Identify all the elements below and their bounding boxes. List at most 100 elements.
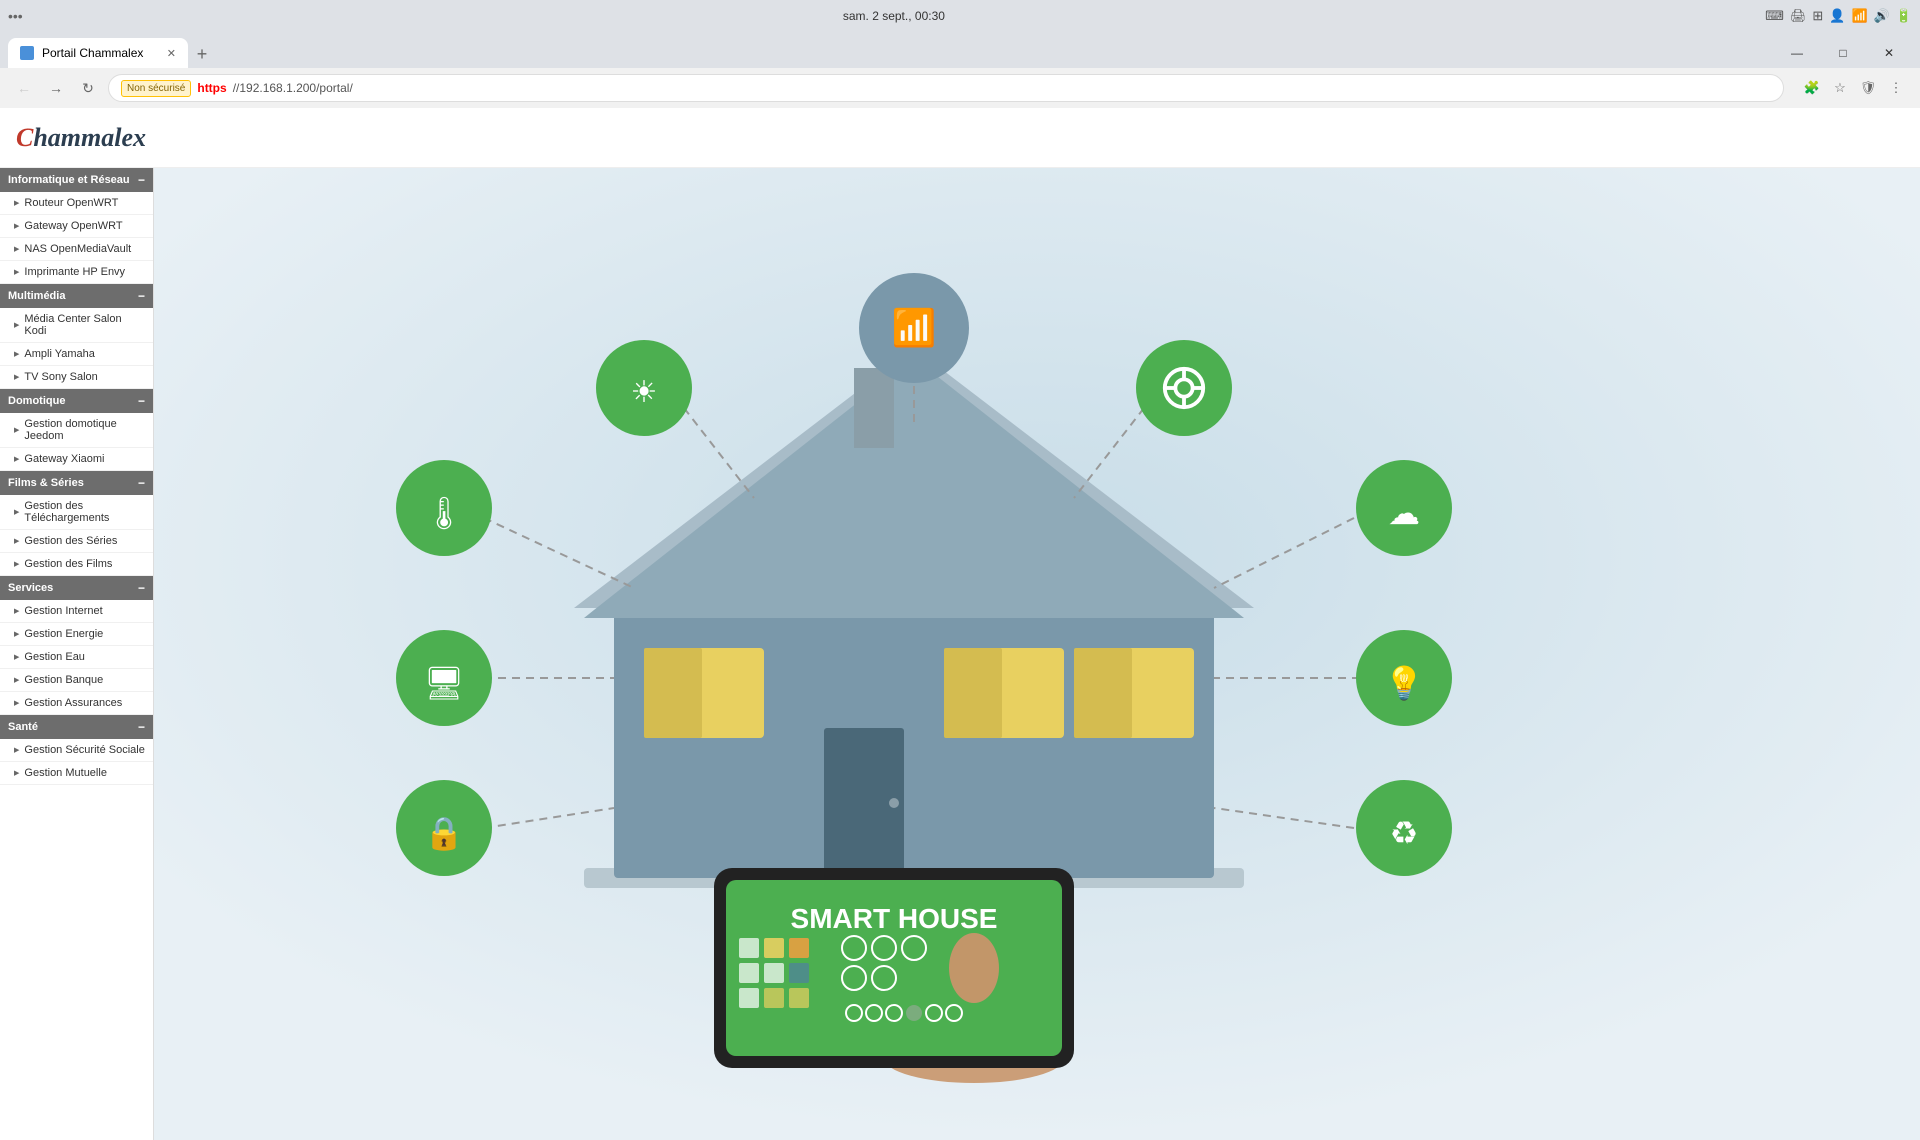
maximize-button[interactable]: □: [1820, 38, 1866, 68]
tab-close-button[interactable]: ✕: [167, 47, 176, 60]
tab-favicon: [20, 46, 34, 60]
forward-button[interactable]: →: [44, 76, 68, 100]
system-tray: ⌨ 🖨 ⊞ 👤 📶 🔊 🔋: [1765, 8, 1912, 24]
svg-text:SMART HOUSE: SMART HOUSE: [791, 903, 998, 934]
sidebar-item-label: Gestion Sécurité Sociale: [24, 744, 144, 756]
collapse-services[interactable]: −: [138, 581, 145, 595]
sidebar-item-label: Gestion Assurances: [24, 697, 122, 709]
section-label-films: Films & Séries: [8, 477, 84, 489]
sidebar-item-assurances[interactable]: Gestion Assurances: [0, 692, 153, 715]
sidebar-item-nas[interactable]: NAS OpenMediaVault: [0, 238, 153, 261]
sidebar-item-banque[interactable]: Gestion Banque: [0, 669, 153, 692]
section-header-services[interactable]: Services −: [0, 576, 153, 600]
new-tab-button[interactable]: +: [188, 40, 216, 68]
sidebar-item-eau[interactable]: Gestion Eau: [0, 646, 153, 669]
sidebar-item-ampli[interactable]: Ampli Yamaha: [0, 343, 153, 366]
logo: Chammalex: [16, 123, 146, 153]
tab-title: Portail Chammalex: [42, 46, 143, 60]
insecure-badge: Non sécurisé: [121, 80, 191, 97]
menu-dots[interactable]: •••: [8, 8, 23, 24]
page-wrapper: Informatique et Réseau − Routeur OpenWRT…: [0, 168, 1920, 1140]
sidebar-item-tv[interactable]: TV Sony Salon: [0, 366, 153, 389]
window-controls: — □ ✕: [1774, 38, 1912, 68]
sidebar-item-label: Média Center Salon Kodi: [24, 313, 145, 337]
section-header-films[interactable]: Films & Séries −: [0, 471, 153, 495]
collapse-sante[interactable]: −: [138, 720, 145, 734]
sidebar-item-label: Gestion des Films: [24, 558, 112, 570]
logo-c: C: [16, 123, 33, 152]
bookmark-button[interactable]: ☆: [1828, 76, 1852, 100]
window-dots: •••: [8, 8, 23, 24]
extension-button[interactable]: 🧩: [1800, 76, 1824, 100]
sidebar-item-label: Gestion Eau: [24, 651, 85, 663]
title-bar-center: sam. 2 sept., 00:30: [31, 9, 1757, 23]
sidebar-item-films[interactable]: Gestion des Films: [0, 553, 153, 576]
url-protocol: https: [197, 81, 226, 95]
user-icon: 👤: [1829, 8, 1845, 24]
sidebar-item-label: Gestion Mutuelle: [24, 767, 107, 779]
section-header-informatique[interactable]: Informatique et Réseau −: [0, 168, 153, 192]
sidebar-item-label: Gestion domotique Jeedom: [24, 418, 145, 442]
shield-button[interactable]: 🛡: [1856, 76, 1880, 100]
sidebar: Informatique et Réseau − Routeur OpenWRT…: [0, 168, 154, 1140]
sidebar-item-imprimante[interactable]: Imprimante HP Envy: [0, 261, 153, 284]
print-icon: 🖨: [1790, 8, 1807, 24]
browser-chrome: ••• sam. 2 sept., 00:30 ⌨ 🖨 ⊞ 👤 📶 🔊 🔋 Po…: [0, 0, 1920, 108]
sidebar-item-series[interactable]: Gestion des Séries: [0, 530, 153, 553]
site-header: Chammalex: [0, 108, 1920, 168]
sidebar-item-label: Gestion Internet: [24, 605, 102, 617]
reload-button[interactable]: ↻: [76, 76, 100, 100]
sidebar-item-label: Imprimante HP Envy: [24, 266, 125, 278]
sidebar-item-kodi[interactable]: Média Center Salon Kodi: [0, 308, 153, 343]
title-bar: ••• sam. 2 sept., 00:30 ⌨ 🖨 ⊞ 👤 📶 🔊 🔋: [0, 0, 1920, 32]
sidebar-item-xiaomi[interactable]: Gateway Xiaomi: [0, 448, 153, 471]
section-label-domotique: Domotique: [8, 395, 65, 407]
section-header-multimedia[interactable]: Multimédia −: [0, 284, 153, 308]
svg-text:🖥: 🖥: [424, 665, 465, 701]
close-button[interactable]: ✕: [1866, 38, 1912, 68]
volume-icon: 🔊: [1874, 8, 1890, 24]
sidebar-item-mutuelle[interactable]: Gestion Mutuelle: [0, 762, 153, 785]
sidebar-item-label: Gestion des Séries: [24, 535, 117, 547]
datetime-display: sam. 2 sept., 00:30: [843, 9, 945, 23]
keyboard-icon: ⌨: [1765, 8, 1784, 24]
sidebar-item-gateway-openwrt[interactable]: Gateway OpenWRT: [0, 215, 153, 238]
minimize-button[interactable]: —: [1774, 38, 1820, 68]
sidebar-item-label: Gestion Energie: [24, 628, 103, 640]
url-display: //192.168.1.200/portal/: [233, 81, 353, 95]
address-bar: ← → ↻ Non sécurisé https //192.168.1.200…: [0, 68, 1920, 108]
section-header-domotique[interactable]: Domotique −: [0, 389, 153, 413]
sidebar-item-label: Gateway OpenWRT: [24, 220, 122, 232]
sidebar-item-energie[interactable]: Gestion Energie: [0, 623, 153, 646]
sidebar-item-securite-sociale[interactable]: Gestion Sécurité Sociale: [0, 739, 153, 762]
collapse-films[interactable]: −: [138, 476, 145, 490]
sidebar-item-label: Gestion des Téléchargements: [24, 500, 145, 524]
back-button[interactable]: ←: [12, 76, 36, 100]
svg-text:☁: ☁: [1388, 495, 1420, 531]
tab-bar: Portail Chammalex ✕ + — □ ✕: [0, 32, 1920, 68]
svg-text:☀: ☀: [631, 376, 658, 409]
collapse-domotique[interactable]: −: [138, 394, 145, 408]
sidebar-item-telechargements[interactable]: Gestion des Téléchargements: [0, 495, 153, 530]
section-label-multimedia: Multimédia: [8, 290, 65, 302]
svg-text:🔒: 🔒: [424, 815, 464, 851]
sidebar-item-label: Routeur OpenWRT: [24, 197, 118, 209]
battery-icon: 🔋: [1896, 8, 1912, 24]
active-tab[interactable]: Portail Chammalex ✕: [8, 38, 188, 68]
collapse-informatique[interactable]: −: [138, 173, 145, 187]
sidebar-item-label: Gestion Banque: [24, 674, 103, 686]
sidebar-item-jeedom[interactable]: Gestion domotique Jeedom: [0, 413, 153, 448]
section-label-informatique: Informatique et Réseau: [8, 174, 130, 186]
sidebar-item-label: TV Sony Salon: [24, 371, 97, 383]
logo-rest: hammalex: [33, 123, 146, 152]
sidebar-item-routeur-openwrt[interactable]: Routeur OpenWRT: [0, 192, 153, 215]
url-box[interactable]: Non sécurisé https //192.168.1.200/porta…: [108, 74, 1784, 102]
browser-actions: 🧩 ☆ 🛡 ⋮: [1800, 76, 1908, 100]
more-button[interactable]: ⋮: [1884, 76, 1908, 100]
sidebar-item-label: NAS OpenMediaVault: [24, 243, 131, 255]
sidebar-item-internet[interactable]: Gestion Internet: [0, 600, 153, 623]
collapse-multimedia[interactable]: −: [138, 289, 145, 303]
section-header-sante[interactable]: Santé −: [0, 715, 153, 739]
smart-house-svg: SMART HOUSE: [154, 168, 1920, 1140]
svg-text:🌡: 🌡: [424, 495, 465, 531]
